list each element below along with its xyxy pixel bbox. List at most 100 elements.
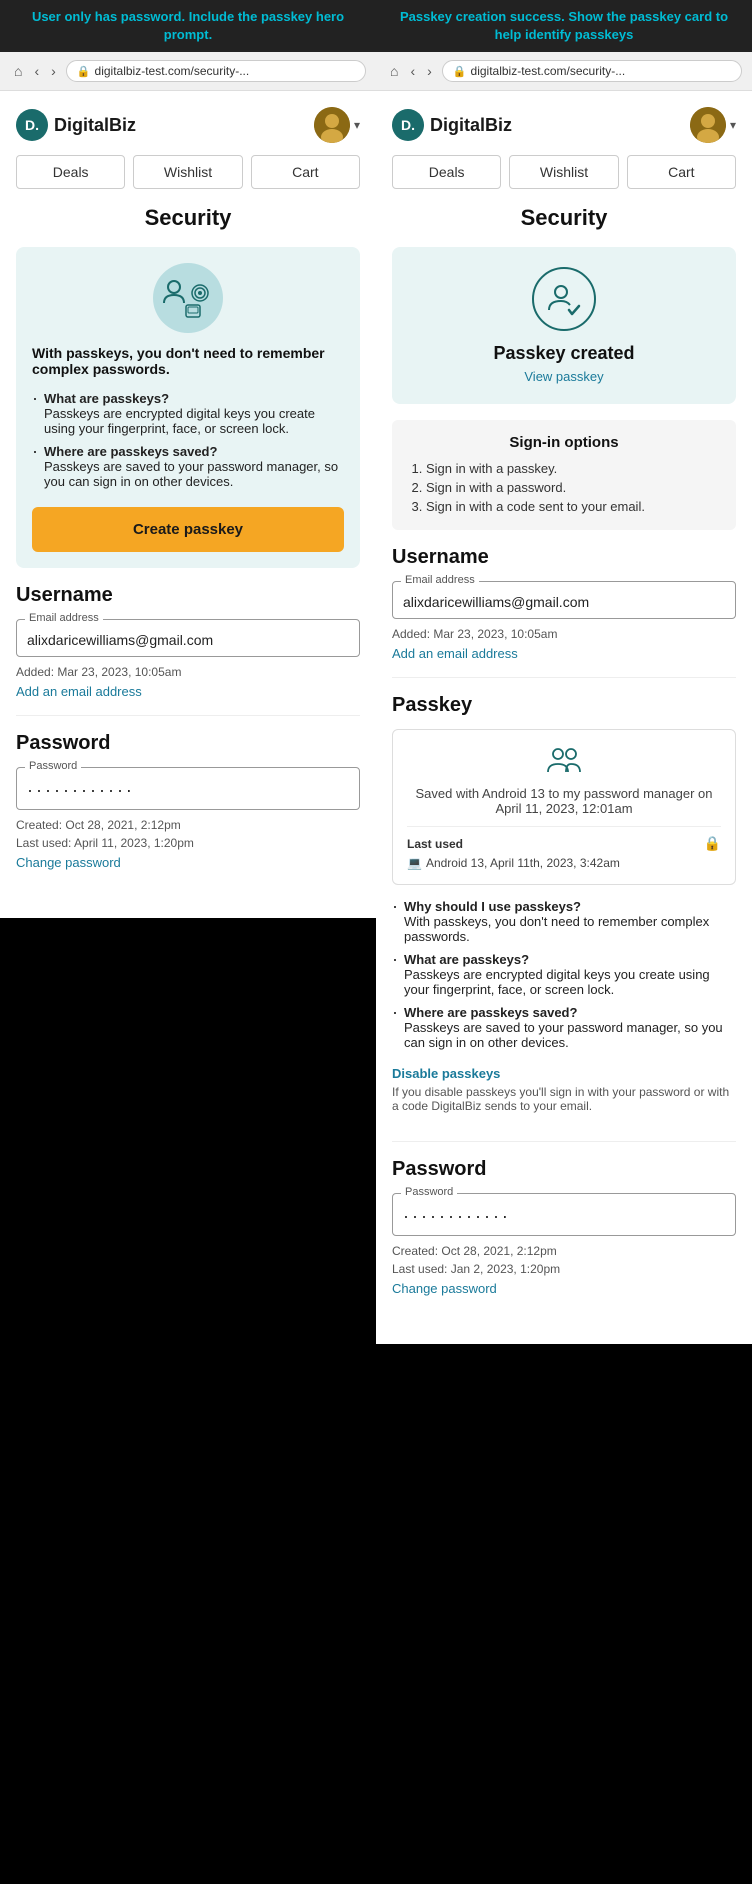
passkey-card-header: Saved with Android 13 to my password man…	[407, 744, 721, 816]
right-username-section: Username Email address alixdaricewilliam…	[392, 546, 736, 678]
view-passkey-link[interactable]: View passkey	[524, 369, 603, 384]
right-email-added-meta: Added: Mar 23, 2023, 10:05am	[392, 627, 736, 641]
right-logo-icon: D.	[392, 109, 424, 141]
left-add-email-link[interactable]: Add an email address	[16, 684, 142, 699]
left-site-header: D. DigitalBiz ▾	[16, 107, 360, 143]
left-password-dots: ············	[27, 778, 349, 801]
passkey-last-used-device-text: Android 13, April 11th, 2023, 3:42am	[426, 856, 620, 870]
passkey-device-card: Saved with Android 13 to my password man…	[392, 729, 736, 885]
create-passkey-button[interactable]: Create passkey	[32, 507, 344, 552]
right-lock-icon: 🔒	[453, 65, 467, 78]
right-password-section: Password Password ············ Created: …	[392, 1158, 736, 1312]
right-password-field-group: Password ············	[392, 1193, 736, 1236]
right-passkey-title: Passkey	[392, 694, 736, 717]
right-password-dots: ············	[403, 1204, 725, 1227]
back-button[interactable]: ‹	[30, 61, 43, 81]
passkey-faq-list: Why should I use passkeys? With passkeys…	[392, 895, 736, 1054]
right-page-content: D. DigitalBiz ▾ Dea	[376, 91, 752, 1344]
left-logo-icon: D.	[16, 109, 48, 141]
right-email-field-group: Email address alixdaricewilliams@gmail.c…	[392, 581, 736, 619]
left-password-created-meta: Created: Oct 28, 2021, 2:12pm	[16, 818, 360, 832]
right-url-bar[interactable]: 🔒 digitalbiz-test.com/security-...	[442, 60, 742, 82]
right-browser-bar: ⌂ ‹ › 🔒 digitalbiz-test.com/security-...	[376, 52, 752, 91]
panels-container: ⌂ ‹ › 🔒 digitalbiz-test.com/security-...…	[0, 52, 752, 1344]
left-email-label: Email address	[25, 612, 103, 624]
right-banner-text: Passkey creation success. Show the passk…	[400, 9, 728, 42]
left-nav-buttons: ⌂ ‹ ›	[10, 61, 60, 81]
forward-button[interactable]: ›	[47, 61, 60, 81]
right-cart-tab[interactable]: Cart	[627, 155, 736, 189]
right-change-password-link[interactable]: Change password	[392, 1281, 497, 1296]
left-password-last-used-meta: Last used: April 11, 2023, 1:20pm	[16, 836, 360, 850]
right-password-label: Password	[401, 1186, 457, 1198]
right-deals-tab[interactable]: Deals	[392, 155, 501, 189]
hero-faq-title-2: Where are passkeys saved?	[44, 444, 217, 459]
banners-row: User only has password. Include the pass…	[0, 0, 752, 52]
passkey-faq-desc-3: Passkeys are saved to your password mana…	[404, 1020, 723, 1050]
hero-faq-item-2: Where are passkeys saved? Passkeys are s…	[32, 440, 344, 493]
passkey-last-used-row: Last used 🔒	[407, 826, 721, 852]
sign-in-options-title: Sign-in options	[408, 434, 720, 451]
left-password-title: Password	[16, 732, 360, 755]
right-nav-tabs: Deals Wishlist Cart	[392, 155, 736, 189]
left-password-section: Password Password ············ Created: …	[16, 732, 360, 886]
left-change-password-link[interactable]: Change password	[16, 855, 121, 870]
hero-icons-row	[32, 263, 344, 333]
left-page-content: D. DigitalBiz ▾ Dea	[0, 91, 376, 918]
passkey-last-used-label: Last used	[407, 837, 463, 851]
sign-in-option-1: Sign in with a passkey.	[426, 459, 720, 478]
left-nav-tabs: Deals Wishlist Cart	[16, 155, 360, 189]
hero-faq-list: What are passkeys? Passkeys are encrypte…	[32, 387, 344, 493]
left-url-text: digitalbiz-test.com/security-...	[95, 64, 250, 78]
right-passkey-section: Passkey Saved with Android 13 to my pass…	[392, 694, 736, 1142]
passkey-faq-title-2: What are passkeys?	[404, 952, 529, 967]
right-email-label: Email address	[401, 574, 479, 586]
right-username-title: Username	[392, 546, 736, 569]
left-email-added-meta: Added: Mar 23, 2023, 10:05am	[16, 665, 360, 679]
lock-icon-small: 🔒	[704, 835, 721, 852]
left-logo-area: D. DigitalBiz	[16, 109, 136, 141]
passkey-created-icon	[532, 267, 596, 331]
right-add-email-link[interactable]: Add an email address	[392, 646, 518, 661]
passkey-faq-desc-2: Passkeys are encrypted digital keys you …	[404, 967, 710, 997]
passkey-device-text: Saved with Android 13 to my password man…	[407, 786, 721, 816]
right-site-header: D. DigitalBiz ▾	[392, 107, 736, 143]
passkey-faq-title-1: Why should I use passkeys?	[404, 899, 581, 914]
hero-faq-title-1: What are passkeys?	[44, 391, 169, 406]
passkey-person-check-icon	[545, 280, 583, 318]
left-avatar[interactable]	[314, 107, 350, 143]
passkey-faq-item-2: What are passkeys? Passkeys are encrypte…	[392, 948, 736, 1001]
right-home-button[interactable]: ⌂	[386, 61, 402, 81]
left-cart-tab[interactable]: Cart	[251, 155, 360, 189]
home-button[interactable]: ⌂	[10, 61, 26, 81]
left-password-field-group: Password ············	[16, 767, 360, 810]
hero-faq-desc-1: Passkeys are encrypted digital keys you …	[44, 406, 315, 436]
right-back-button[interactable]: ‹	[406, 61, 419, 81]
disable-passkeys-link[interactable]: Disable passkeys	[392, 1066, 736, 1081]
right-banner: Passkey creation success. Show the passk…	[376, 0, 752, 52]
right-avatar[interactable]	[690, 107, 726, 143]
sign-in-options-card: Sign-in options Sign in with a passkey. …	[392, 420, 736, 530]
sign-in-options-list: Sign in with a passkey. Sign in with a p…	[408, 459, 720, 516]
left-panel: ⌂ ‹ › 🔒 digitalbiz-test.com/security-...…	[0, 52, 376, 918]
lock-icon: 🔒	[77, 65, 91, 78]
right-nav-buttons: ⌂ ‹ ›	[386, 61, 436, 81]
left-avatar-area[interactable]: ▾	[314, 107, 360, 143]
right-avatar-chevron-icon: ▾	[730, 118, 736, 132]
right-forward-button[interactable]: ›	[423, 61, 436, 81]
hero-bold-text: With passkeys, you don't need to remembe…	[32, 345, 344, 377]
right-panel: ⌂ ‹ › 🔒 digitalbiz-test.com/security-...…	[376, 52, 752, 1344]
right-url-text: digitalbiz-test.com/security-...	[471, 64, 626, 78]
right-avatar-area[interactable]: ▾	[690, 107, 736, 143]
hero-faq-desc-2: Passkeys are saved to your password mana…	[44, 459, 338, 489]
hero-faq-item-1: What are passkeys? Passkeys are encrypte…	[32, 387, 344, 440]
hero-icon-circle	[153, 263, 223, 333]
two-person-icon	[544, 744, 584, 780]
left-url-bar[interactable]: 🔒 digitalbiz-test.com/security-...	[66, 60, 366, 82]
left-wishlist-tab[interactable]: Wishlist	[133, 155, 242, 189]
left-deals-tab[interactable]: Deals	[16, 155, 125, 189]
left-banner-text: User only has password. Include the pass…	[32, 9, 344, 42]
passkey-created-title: Passkey created	[408, 343, 720, 364]
disable-passkeys-desc: If you disable passkeys you'll sign in w…	[392, 1085, 736, 1113]
right-wishlist-tab[interactable]: Wishlist	[509, 155, 618, 189]
